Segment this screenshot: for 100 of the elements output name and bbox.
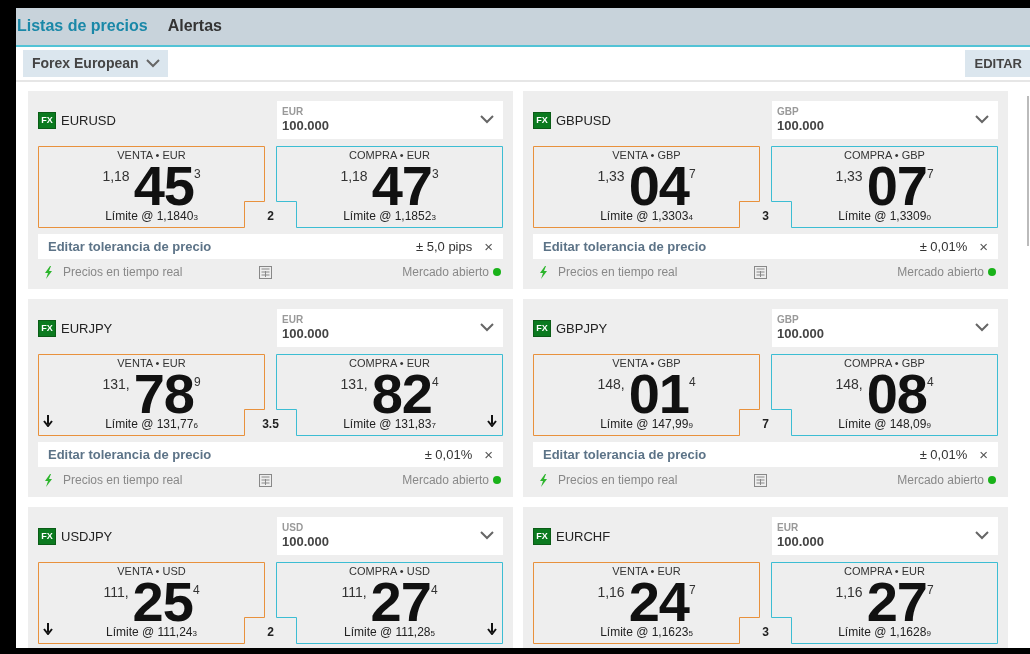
- price-prefix: 1,33: [597, 168, 625, 184]
- clear-button[interactable]: ×: [484, 446, 493, 463]
- tolerance-value: ± 5,0 pips: [415, 239, 473, 254]
- calculator-icon[interactable]: [754, 265, 767, 279]
- realtime-label: Precios en tiempo real: [558, 473, 679, 487]
- price-fraction: 4: [926, 375, 934, 389]
- calculator-icon[interactable]: [259, 265, 272, 279]
- price-prefix: 148,: [597, 376, 625, 392]
- price-fraction: 4: [688, 375, 696, 389]
- price-prefix: 1,16: [597, 584, 625, 600]
- side-label: VENTA • GBP: [612, 357, 681, 370]
- market-status: Mercado abierto: [897, 473, 984, 487]
- chevron-down-icon: [480, 115, 494, 124]
- spread-value: 3: [761, 209, 770, 223]
- symbol-name: EURCHF: [556, 528, 611, 544]
- price-fraction: 4: [192, 583, 200, 597]
- price-pips: 27: [866, 578, 927, 626]
- chevron-down-icon: [975, 323, 989, 332]
- scrollbar-thumb[interactable]: [1027, 96, 1029, 246]
- lightning-icon: [539, 473, 548, 487]
- amount-dropdown[interactable]: EUR 100.000: [772, 517, 998, 555]
- chevron-down-icon: [480, 323, 494, 332]
- clear-button[interactable]: ×: [979, 238, 988, 255]
- spread-value: 3: [761, 625, 770, 639]
- side-label: COMPRA • EUR: [844, 565, 925, 578]
- amount-dropdown[interactable]: EUR 100.000: [277, 309, 503, 347]
- list-dropdown[interactable]: Forex European: [23, 49, 168, 77]
- amount-dropdown[interactable]: GBP 100.000: [772, 309, 998, 347]
- tolerance-field[interactable]: Editar tolerancia de precio ± 5,0 pips ×: [38, 234, 503, 259]
- symbol-name: EURUSD: [61, 112, 116, 128]
- price-prefix: 1,16: [835, 584, 863, 600]
- symbol-name: GBPJPY: [556, 320, 608, 336]
- chevron-down-icon: [480, 531, 494, 540]
- price-fraction: 4: [430, 583, 438, 597]
- symbol-name: GBPUSD: [556, 112, 611, 128]
- price-fraction: 7: [926, 167, 934, 181]
- price-pips: 08: [866, 370, 927, 418]
- clear-button[interactable]: ×: [979, 446, 988, 463]
- price-pips: 82: [371, 370, 432, 418]
- price-fraction: 7: [688, 583, 696, 597]
- side-label: COMPRA • GBP: [844, 357, 925, 370]
- price-pips: 04: [628, 162, 689, 210]
- price-prefix: 111,: [103, 584, 129, 600]
- price-pips: 07: [866, 162, 927, 210]
- price-fraction: 7: [926, 583, 934, 597]
- tolerance-label: Editar tolerancia de precio: [48, 447, 213, 462]
- side-label: VENTA • GBP: [612, 149, 681, 162]
- symbol-name: EURJPY: [61, 320, 113, 336]
- price-pips: 01: [628, 370, 689, 418]
- side-label: VENTA • EUR: [612, 565, 681, 578]
- amount-dropdown[interactable]: GBP 100.000: [772, 101, 998, 139]
- lightning-icon: [44, 265, 53, 279]
- calculator-icon[interactable]: [754, 473, 767, 487]
- price-fraction: 3: [431, 167, 439, 181]
- price-pips: 47: [371, 162, 432, 210]
- chevron-down-icon: [145, 58, 160, 68]
- edit-button[interactable]: EDITAR: [964, 49, 1030, 77]
- lightning-icon: [539, 265, 548, 279]
- tolerance-field[interactable]: Editar tolerancia de precio ± 0,01% ×: [533, 442, 998, 467]
- realtime-label: Precios en tiempo real: [63, 473, 184, 487]
- realtime-label: Precios en tiempo real: [558, 265, 679, 279]
- price-prefix: 1,18: [102, 168, 130, 184]
- side-label: VENTA • EUR: [117, 149, 186, 162]
- side-label: COMPRA • EUR: [349, 357, 430, 370]
- amount-dropdown[interactable]: EUR 100.000: [277, 101, 503, 139]
- tolerance-label: Editar tolerancia de precio: [543, 447, 708, 462]
- tolerance-field[interactable]: Editar tolerancia de precio ± 0,01% ×: [533, 234, 998, 259]
- fx-badge: FX: [38, 527, 56, 545]
- price-prefix: 148,: [835, 376, 863, 392]
- tolerance-label: Editar tolerancia de precio: [543, 239, 708, 254]
- tolerance-value: ± 0,01%: [919, 239, 968, 254]
- price-prefix: 111,: [341, 584, 367, 600]
- fx-badge: FX: [533, 527, 551, 545]
- side-label: COMPRA • EUR: [349, 149, 430, 162]
- chevron-down-icon: [975, 531, 989, 540]
- side-label: VENTA • USD: [117, 565, 186, 578]
- clear-button[interactable]: ×: [484, 238, 493, 255]
- fx-badge: FX: [533, 111, 551, 129]
- side-label: COMPRA • USD: [349, 565, 430, 578]
- price-prefix: 1,18: [340, 168, 368, 184]
- tab[interactable]: Alertas: [167, 17, 222, 36]
- price-fraction: 9: [193, 375, 201, 389]
- price-prefix: 131,: [102, 376, 130, 392]
- market-status: Mercado abierto: [402, 473, 489, 487]
- price-fraction: 3: [193, 167, 201, 181]
- lightning-icon: [44, 473, 53, 487]
- spread-value: 2: [266, 209, 275, 223]
- price-prefix: 131,: [340, 376, 368, 392]
- side-label: COMPRA • GBP: [844, 149, 925, 162]
- market-status: Mercado abierto: [402, 265, 489, 279]
- amount-dropdown[interactable]: USD 100.000: [277, 517, 503, 555]
- market-status: Mercado abierto: [897, 265, 984, 279]
- spread-value: 7: [761, 417, 770, 431]
- tolerance-label: Editar tolerancia de precio: [48, 239, 213, 254]
- symbol-name: USDJPY: [61, 528, 113, 544]
- calculator-icon[interactable]: [259, 473, 272, 487]
- tolerance-field[interactable]: Editar tolerancia de precio ± 0,01% ×: [38, 442, 503, 467]
- side-label: VENTA • EUR: [117, 357, 186, 370]
- realtime-label: Precios en tiempo real: [63, 265, 184, 279]
- fx-badge: FX: [38, 319, 56, 337]
